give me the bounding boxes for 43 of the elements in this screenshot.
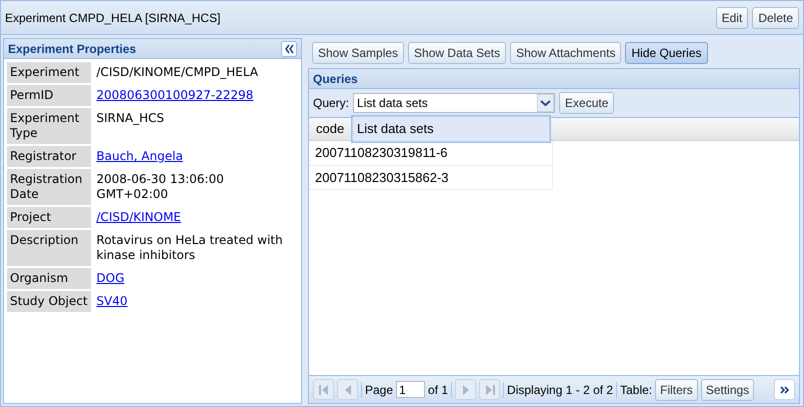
property-value: /CISD/KINOME/CMPD_HELA	[96, 65, 258, 79]
property-link[interactable]: /CISD/KINOME	[96, 210, 182, 224]
page-input[interactable]: 1	[396, 381, 426, 398]
property-link[interactable]: SV40	[96, 294, 128, 308]
property-link[interactable]: 200806300100927-22298	[96, 88, 254, 102]
section-button[interactable]: Show Samples	[312, 42, 404, 64]
display-info: Displaying 1 - 2 of 2	[507, 382, 614, 398]
property-value: 2008-06-30 13:06:00 GMT+02:00	[96, 172, 224, 201]
toolbar-button[interactable]: Edit	[716, 6, 748, 28]
collapse-icon[interactable]	[281, 40, 297, 56]
property-label: Experiment Type	[7, 108, 92, 144]
property-link[interactable]: DOG	[96, 271, 124, 285]
execute-button[interactable]: Execute	[559, 92, 614, 114]
window-title: Experiment CMPD_HELA [SIRNA_HCS]	[5, 10, 222, 26]
panel-title: Experiment Properties	[8, 40, 138, 58]
dropdown-icon[interactable]	[537, 94, 554, 112]
table-cell: 20071108230315862-3	[309, 166, 553, 190]
more-icon[interactable]	[774, 379, 795, 400]
property-label: Description	[7, 230, 92, 266]
property-link[interactable]: Bauch, Angela	[96, 149, 183, 163]
dropdown-option[interactable]: List data sets	[352, 116, 550, 142]
section-button[interactable]: Show Data Sets	[408, 42, 506, 64]
property-label: Organism	[7, 268, 92, 289]
page-label: Page	[365, 382, 394, 398]
query-label: Query:	[313, 95, 350, 112]
query-combobox[interactable]: List data sets	[353, 93, 556, 113]
panel-title: Queries	[313, 70, 358, 88]
toolbar-button[interactable]: Delete	[752, 6, 799, 28]
property-label: Project	[7, 207, 92, 228]
property-label: Experiment	[7, 62, 92, 83]
property-value: SIRNA_HCS	[96, 111, 164, 125]
property-label: PermID	[7, 85, 92, 106]
property-label: Registrator	[7, 146, 92, 167]
table-button[interactable]: Filters	[655, 378, 698, 400]
page-total: of 1	[428, 382, 448, 398]
section-button[interactable]: Show Attachments	[510, 42, 622, 64]
section-button[interactable]: Hide Queries	[625, 42, 708, 64]
property-value: Rotavirus on HeLa treated with kinase inhibitors	[96, 233, 283, 262]
table-label: Table:	[620, 382, 652, 398]
column-header[interactable]: code	[316, 119, 344, 139]
table-button[interactable]: Settings	[700, 378, 754, 400]
property-label: Study Object	[7, 291, 92, 312]
property-label: Registration Date	[7, 169, 92, 205]
